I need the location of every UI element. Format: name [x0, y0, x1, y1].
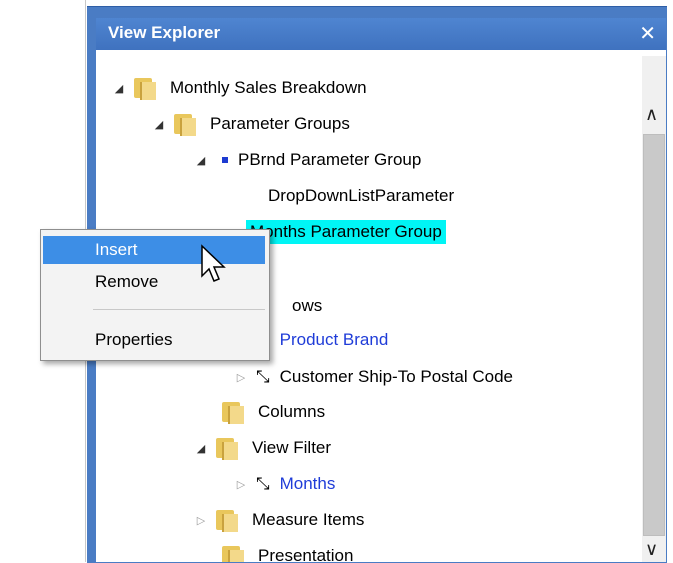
- tree-node-label: Customer Ship-To Postal Code: [279, 367, 513, 386]
- tree-node-dropdownlistparameter[interactable]: DropDownListParameter: [268, 182, 454, 210]
- tree-node-monthly-sales-breakdown[interactable]: ◢ Monthly Sales Breakdown: [112, 74, 367, 102]
- tree-node-label: PBrnd Parameter Group: [238, 150, 422, 169]
- tree-node-label: Measure Items: [252, 510, 365, 529]
- folder-icon: [174, 112, 200, 136]
- tree-node-label: DropDownListParameter: [268, 186, 455, 205]
- tree-node-presentation[interactable]: Presentation: [222, 542, 353, 562]
- tree-node-customer-ship-to-postal-code[interactable]: ▷ ⤡ Customer Ship-To Postal Code: [234, 363, 513, 391]
- mouse-pointer-icon: [201, 244, 226, 282]
- expanded-arrow-icon[interactable]: ◢: [194, 154, 208, 167]
- scroll-up-icon[interactable]: ∧: [645, 104, 658, 125]
- tree-node-months[interactable]: ▷ ⤡ Months: [234, 470, 336, 498]
- tree-node-label: Parameter Groups: [210, 114, 350, 133]
- window-title: View Explorer: [108, 23, 221, 42]
- close-icon[interactable]: ✕: [639, 21, 656, 45]
- folder-icon: [216, 436, 242, 460]
- context-menu: Insert Remove Properties: [40, 229, 270, 361]
- tree-node-label: Months: [279, 474, 336, 493]
- context-menu-properties[interactable]: Properties: [43, 326, 265, 354]
- folder-icon: [222, 400, 248, 424]
- vertical-scrollbar[interactable]: ∧ ∨: [642, 56, 666, 562]
- parameter-group-dot-icon: [222, 157, 228, 163]
- collapsed-arrow-icon[interactable]: ▷: [234, 478, 248, 491]
- folder-icon: [222, 544, 248, 562]
- collapsed-arrow-icon[interactable]: ▷: [194, 514, 208, 527]
- folder-icon: [134, 76, 160, 100]
- tree-node-parameter-groups[interactable]: ◢ Parameter Groups: [152, 110, 350, 138]
- scroll-thumb[interactable]: [643, 134, 665, 536]
- tree-node-label: Columns: [258, 402, 326, 421]
- title-bar: View Explorer ✕: [96, 18, 666, 50]
- tree-node-columns[interactable]: Columns: [222, 398, 325, 426]
- scroll-down-icon[interactable]: ∨: [645, 539, 658, 560]
- tree-node-view-filter[interactable]: ◢ View Filter: [194, 434, 331, 462]
- tree-node-label: View Filter: [252, 438, 332, 457]
- hierarchy-icon: ⤡: [256, 367, 270, 386]
- tree-node-label: Product Brand: [279, 330, 389, 349]
- tree-node-label: Monthly Sales Breakdown: [170, 78, 367, 97]
- hierarchy-icon: ⤡: [256, 474, 270, 493]
- tree-node-rows[interactable]: ows: [292, 292, 322, 320]
- expanded-arrow-icon[interactable]: ◢: [112, 82, 126, 95]
- expanded-arrow-icon[interactable]: ◢: [194, 442, 208, 455]
- tree-node-label: Months Parameter Group: [246, 220, 446, 244]
- collapsed-arrow-icon[interactable]: ▷: [234, 371, 248, 384]
- tree-node-pbrnd-parameter-group[interactable]: ◢ PBrnd Parameter Group: [194, 146, 422, 174]
- folder-icon: [216, 508, 242, 532]
- tree-node-label: Presentation: [258, 546, 354, 562]
- tree-node-label: ows: [292, 296, 323, 315]
- tree-node-measure-items[interactable]: ▷ Measure Items: [194, 506, 364, 534]
- context-menu-separator: [93, 309, 265, 310]
- expanded-arrow-icon[interactable]: ◢: [152, 118, 166, 131]
